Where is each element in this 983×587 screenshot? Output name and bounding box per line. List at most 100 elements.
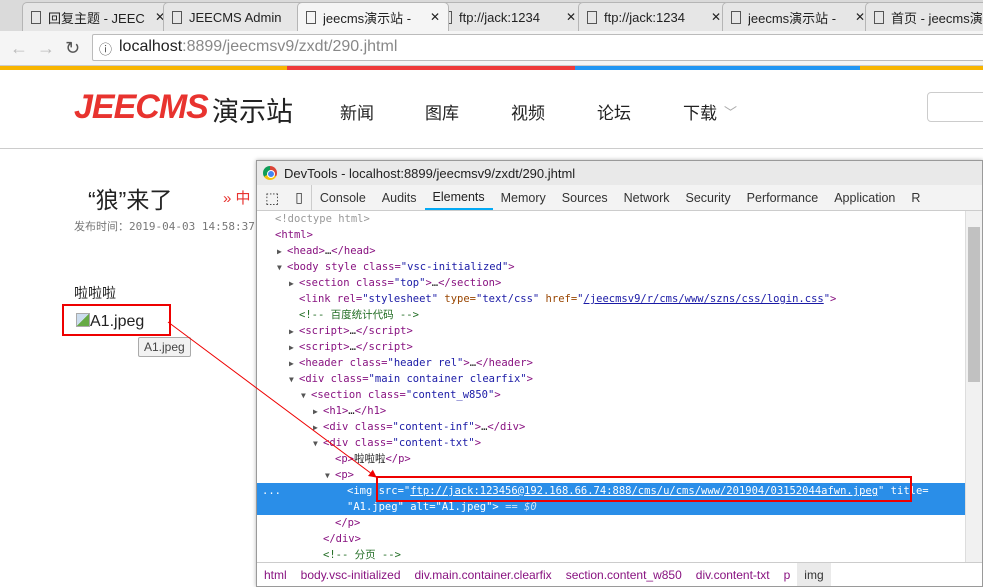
browser-tab-active[interactable]: jeecms演示站 - ✕	[297, 2, 449, 31]
dom-node[interactable]: ▶ <script>…</script>	[257, 339, 965, 355]
crumb-body[interactable]: body.vsc-initialized	[294, 563, 408, 586]
nav-video[interactable]: 视频	[511, 99, 545, 124]
article-title: “狼”来了	[88, 187, 173, 213]
collapse-icon: ▼	[301, 391, 306, 400]
tab-more[interactable]: R	[903, 185, 928, 210]
browser-tab[interactable]: JEECMS Admin✕	[163, 2, 315, 31]
crumb-html[interactable]: html	[257, 563, 294, 586]
back-icon[interactable]: ←	[10, 38, 28, 59]
expand-icon: ▶	[289, 359, 294, 368]
elements-tree: <!doctype html> <html> ▶ <head>…</head> ▼…	[257, 211, 965, 564]
dom-node[interactable]: ▶ <head>…</head>	[257, 243, 965, 259]
devtools-window: DevTools - localhost:8899/jeecmsv9/zxdt/…	[256, 160, 983, 587]
browser-tab[interactable]: jeecms演示站 - ✕	[722, 2, 874, 31]
site-search-input[interactable]	[927, 92, 983, 122]
divider	[0, 148, 983, 149]
expand-icon: ▶	[289, 343, 294, 352]
crumb-div-txt[interactable]: div.content-txt	[689, 563, 777, 586]
dom-node[interactable]: <p>啦啦啦</p>	[257, 451, 965, 467]
expand-icon: ▶	[289, 327, 294, 336]
annotation-box	[376, 476, 912, 502]
dom-node[interactable]: ▶ <section class="top">…</section>	[257, 275, 965, 291]
dom-node[interactable]: ▼ <body style class="vsc-initialized">	[257, 259, 965, 275]
devtools-tabs: ⬚ ▯ Console Audits Elements Memory Sourc…	[257, 185, 982, 211]
site-logo[interactable]: JEECMS	[74, 88, 209, 127]
dom-node[interactable]: <!doctype html>	[257, 211, 965, 227]
collapse-icon: ▼	[325, 471, 330, 480]
color-stripe	[0, 66, 983, 70]
expand-icon: ▶	[313, 423, 318, 432]
nav-forum[interactable]: 论坛	[597, 99, 631, 124]
reload-icon[interactable]: ↻	[65, 38, 80, 59]
nav-gallery[interactable]: 图库	[425, 99, 459, 124]
dom-node[interactable]: <!-- 分页 -->	[257, 547, 965, 563]
tooltip: A1.jpeg	[138, 337, 191, 357]
expand-icon: ▶	[313, 407, 318, 416]
info-icon: ⓘ	[99, 42, 113, 57]
page-icon	[31, 10, 41, 24]
devtools-titlebar: DevTools - localhost:8899/jeecmsv9/zxdt/…	[257, 161, 982, 185]
nav-news[interactable]: 新闻	[340, 99, 374, 124]
scrollbar-thumb[interactable]	[968, 227, 980, 382]
crumb-img[interactable]: img	[797, 563, 831, 586]
expand-icon: ▶	[277, 247, 282, 256]
article-paragraph: 啦啦啦	[74, 285, 116, 301]
site-logo-suffix: 演示站	[212, 97, 293, 127]
crumb-section[interactable]: section.content_w850	[559, 563, 689, 586]
dom-node[interactable]: ▶ <h1>…</h1>	[257, 403, 965, 419]
dom-node[interactable]: ▶ <header class="header rel">…</header>	[257, 355, 965, 371]
tab-sources[interactable]: Sources	[554, 185, 616, 210]
dom-node[interactable]: </div>	[257, 531, 965, 547]
tab-network[interactable]: Network	[616, 185, 678, 210]
annotation-box	[62, 304, 171, 336]
collapse-icon: ▼	[277, 263, 282, 272]
crumb-div-main[interactable]: div.main.container.clearfix	[408, 563, 559, 586]
dom-node[interactable]: ▶ <script>…</script>	[257, 323, 965, 339]
crumb-p[interactable]: p	[777, 563, 798, 586]
tab-memory[interactable]: Memory	[493, 185, 554, 210]
page-icon	[306, 10, 316, 24]
dom-node[interactable]: <!-- 百度统计代码 -->	[257, 307, 965, 323]
forward-icon[interactable]: →	[37, 38, 55, 59]
scrollbar[interactable]	[965, 211, 982, 564]
chrome-icon	[263, 166, 277, 180]
url-input[interactable]: ⓘ localhost:8899/jeecmsv9/zxdt/290.jhtml	[92, 34, 983, 61]
dom-node[interactable]: ▼ <div class="content-txt">	[257, 435, 965, 451]
page-icon	[874, 10, 884, 24]
tab-security[interactable]: Security	[678, 185, 739, 210]
dom-node[interactable]: ▼ <section class="content_w850">	[257, 387, 965, 403]
browser-tab[interactable]: ftp://jack:1234 ✕	[433, 2, 585, 31]
collapse-icon: ▼	[289, 375, 294, 384]
publish-time: 发布时间：2019-04-03 14:58:37	[74, 220, 255, 233]
tab-application[interactable]: Application	[826, 185, 903, 210]
page-icon	[731, 10, 741, 24]
tab-console[interactable]: Console	[312, 185, 374, 210]
dom-node[interactable]: <link rel="stylesheet" type="text/css" h…	[257, 291, 965, 307]
breadcrumb[interactable]: » 中	[223, 187, 251, 208]
browser-tab[interactable]: 回复主题 - JEEC ✕	[22, 2, 174, 31]
tab-elements[interactable]: Elements	[424, 185, 493, 210]
nav-download[interactable]: 下载	[683, 99, 717, 124]
close-icon[interactable]: ✕	[430, 10, 440, 24]
link-href[interactable]: /jeecmsv9/r/cms/www/szns/css/login.css	[584, 293, 824, 305]
inspect-icon[interactable]: ⬚	[257, 185, 287, 210]
dom-node[interactable]: </p>	[257, 515, 965, 531]
dom-node[interactable]: <html>	[257, 227, 965, 243]
browser-tab[interactable]: 首页 - jeecms演	[865, 2, 983, 31]
address-bar-row: ← → ↻ ⓘ localhost:8899/jeecmsv9/zxdt/290.…	[0, 31, 983, 66]
close-icon[interactable]: ✕	[855, 10, 865, 24]
dom-breadcrumbs: html body.vsc-initialized div.main.conta…	[257, 562, 982, 586]
page-icon	[587, 10, 597, 24]
more-icon[interactable]: ...	[262, 483, 281, 499]
tab-audits[interactable]: Audits	[374, 185, 425, 210]
browser-tab[interactable]: ftp://jack:1234 ✕	[578, 2, 730, 31]
close-icon[interactable]: ✕	[711, 10, 721, 24]
device-toggle-icon[interactable]: ▯	[287, 185, 312, 210]
tab-performance[interactable]: Performance	[739, 185, 827, 210]
dom-node[interactable]: ▶ <div class="content-inf">…</div>	[257, 419, 965, 435]
chevron-down-icon: ﹀	[724, 105, 738, 120]
dom-node[interactable]: ▼ <div class="main container clearfix">	[257, 371, 965, 387]
page-icon	[172, 10, 182, 24]
browser-tab-bar: 回复主题 - JEEC✕ JEECMS Admin✕ jeecms演示站 -✕ …	[0, 0, 983, 31]
close-icon[interactable]: ✕	[566, 10, 576, 24]
